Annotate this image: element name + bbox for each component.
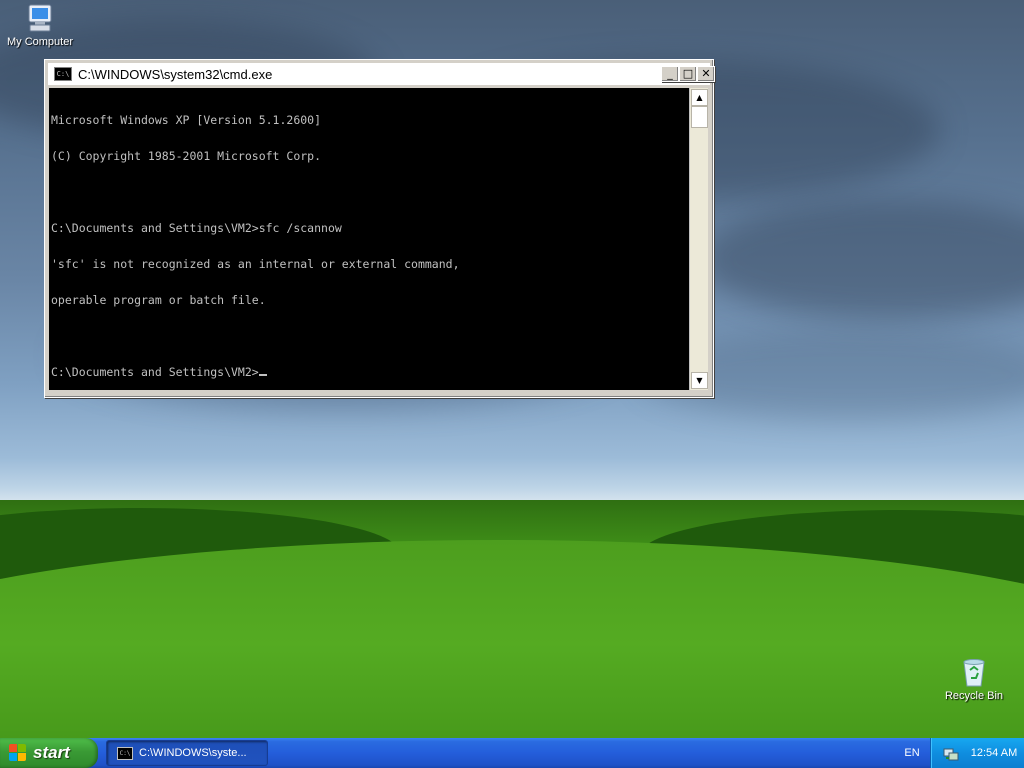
minimize-button[interactable]: _ [661,66,679,82]
taskbar-button-cmd[interactable]: C:\ C:\WINDOWS\syste... [106,740,268,766]
start-label: start [33,743,70,762]
language-indicator[interactable]: EN [896,738,928,768]
start-button[interactable]: start [0,738,98,768]
console-prompt: C:\Documents and Settings\VM2> [51,365,259,379]
windows-flag-icon [9,744,27,762]
maximize-button[interactable]: □ [679,66,697,82]
desktop-icon-my-computer[interactable]: My Computer [0,2,80,48]
cmd-prompt-icon: C:\ [54,67,72,81]
scroll-up-button[interactable]: ▲ [691,89,708,106]
network-icon[interactable] [943,746,959,761]
window-titlebar[interactable]: C:\ C:\WINDOWS\system32\cmd.exe _ □ ✕ [48,63,715,85]
my-computer-icon [24,2,56,34]
console-line: C:\Documents and Settings\VM2>sfc /scann… [51,221,342,235]
taskbar: start C:\ C:\WINDOWS\syste... EN 12:54 A… [0,738,1024,768]
recycle-bin-icon [958,656,990,688]
green-hills [0,500,1024,738]
system-tray: 12:54 AM [930,738,1024,768]
close-button[interactable]: ✕ [697,66,715,82]
cmd-window[interactable]: C:\ C:\WINDOWS\system32\cmd.exe _ □ ✕ Mi… [44,59,715,398]
desktop-icon-recycle-bin[interactable]: Recycle Bin [934,656,1014,702]
hill-main [0,540,1024,738]
console-output[interactable]: Microsoft Windows XP [Version 5.1.2600] … [49,88,689,390]
vertical-scrollbar[interactable]: ▲ ▼ [689,88,708,390]
desktop-icon-label: My Computer [6,36,74,48]
cmd-prompt-icon: C:\ [117,746,133,760]
clock[interactable]: 12:54 AM [965,738,1023,768]
desktop: My Computer Recycle Bin C:\ C:\WINDOWS\s… [0,0,1024,738]
console-line: (C) Copyright 1985-2001 Microsoft Corp. [51,149,322,163]
window-title: C:\WINDOWS\system32\cmd.exe [78,66,273,82]
taskbar-button-label: C:\WINDOWS\syste... [139,747,247,759]
console-line: Microsoft Windows XP [Version 5.1.2600] [51,113,322,127]
console-line: 'sfc' is not recognized as an internal o… [51,257,460,271]
console-prompt-line[interactable]: C:\Documents and Settings\VM2> [51,366,689,378]
console-line: operable program or batch file. [51,293,266,307]
cloud [700,200,1024,320]
text-cursor [258,374,267,376]
desktop-icon-label: Recycle Bin [944,690,1004,702]
scroll-down-button[interactable]: ▼ [691,372,708,389]
scroll-thumb[interactable] [691,106,708,128]
